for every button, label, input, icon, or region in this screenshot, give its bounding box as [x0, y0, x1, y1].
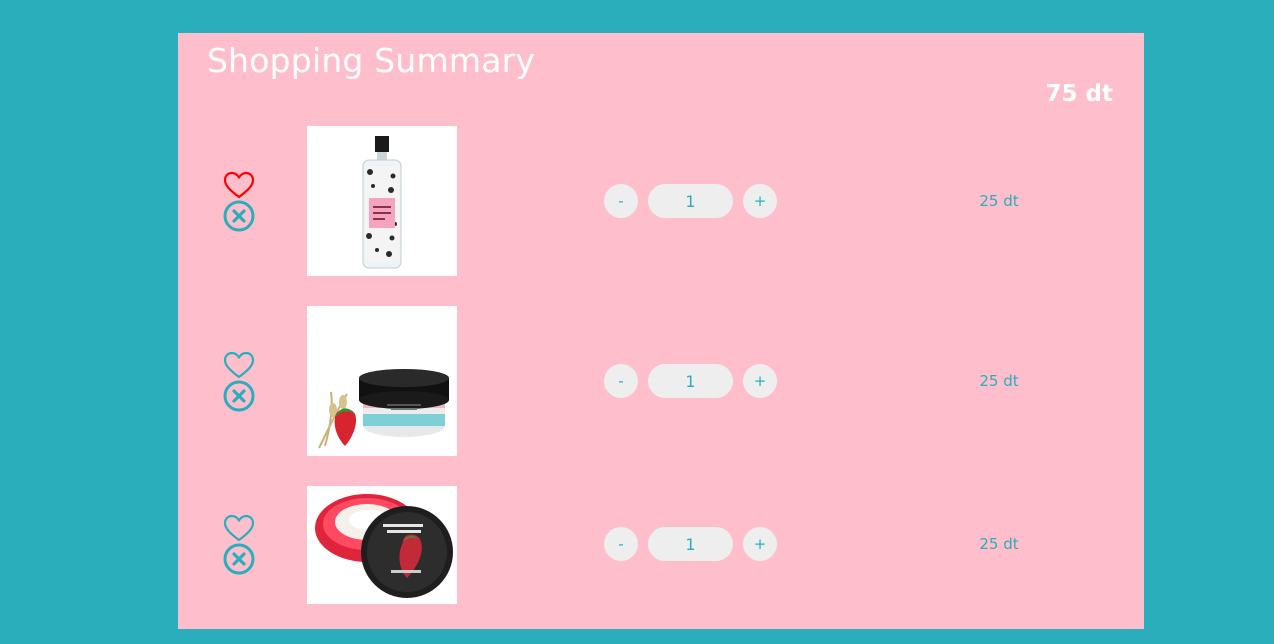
cart-item: - + 25 dt: [178, 126, 1144, 276]
remove-icon[interactable]: [223, 200, 255, 232]
decrease-quantity-button[interactable]: -: [604, 184, 638, 218]
shopping-summary-card: Shopping Summary 75 dt - 1 + 25 dt - 1 +…: [178, 33, 1144, 629]
heart-icon[interactable]: [222, 350, 256, 380]
product-image: [307, 306, 457, 456]
quantity-input[interactable]: [648, 364, 733, 398]
product-image: [307, 126, 457, 276]
page-title: Shopping Summary: [207, 41, 536, 80]
heart-icon[interactable]: [222, 170, 256, 200]
increase-quantity-button[interactable]: +: [743, 527, 777, 561]
decrease-quantity-button[interactable]: -: [604, 364, 638, 398]
cart-total: 75 dt: [1045, 81, 1113, 107]
quantity-input[interactable]: [648, 527, 733, 561]
item-price: 25 dt: [979, 535, 1019, 553]
product-image: [307, 486, 457, 604]
decrease-quantity-button[interactable]: -: [604, 527, 638, 561]
increase-quantity-button[interactable]: +: [743, 184, 777, 218]
item-price: 25 dt: [979, 192, 1019, 210]
remove-icon[interactable]: [223, 543, 255, 575]
heart-icon[interactable]: [222, 513, 256, 543]
remove-icon[interactable]: [223, 380, 255, 412]
item-price: 25 dt: [979, 372, 1019, 390]
increase-quantity-button[interactable]: +: [743, 364, 777, 398]
cart-item: - + 25 dt: [178, 306, 1144, 456]
cart-item: - + 25 dt: [178, 486, 1144, 604]
quantity-input[interactable]: [648, 184, 733, 218]
